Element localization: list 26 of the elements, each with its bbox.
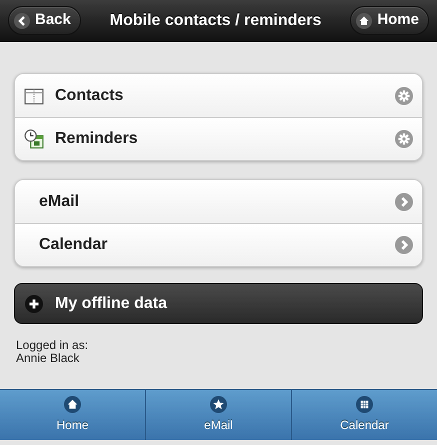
home-icon	[64, 396, 81, 413]
gear-icon	[395, 86, 413, 104]
item-label: Contacts	[55, 86, 124, 106]
book-icon	[24, 86, 44, 104]
back-icon	[14, 12, 30, 28]
item-label: eMail	[39, 192, 80, 212]
list-item[interactable]: Calendar	[15, 223, 422, 266]
plus-icon	[25, 294, 43, 312]
nav-tab[interactable]: eMail	[145, 390, 291, 440]
grid-icon	[356, 396, 373, 413]
offline-data-toggle[interactable]: My offline data	[14, 283, 423, 324]
home-icon	[356, 12, 372, 28]
login-label: Logged in as:	[15, 339, 90, 352]
list-item[interactable]: eMail	[15, 180, 422, 223]
user-name: Annie Black	[15, 352, 80, 365]
nav-tab[interactable]: Calendar	[291, 390, 437, 440]
item-label: Reminders	[55, 129, 139, 149]
nav-tab[interactable]: Home	[0, 390, 145, 440]
list-item[interactable]: Contacts	[15, 74, 422, 117]
list-item[interactable]: Reminders	[15, 117, 422, 160]
gear-icon	[395, 130, 413, 148]
page-title: Mobile contacts / reminders	[110, 10, 322, 30]
back-button[interactable]: Back	[8, 6, 81, 35]
item-label: Calendar	[39, 235, 108, 255]
home-button[interactable]: Home	[350, 6, 429, 35]
clock-calendar-icon	[24, 129, 44, 149]
